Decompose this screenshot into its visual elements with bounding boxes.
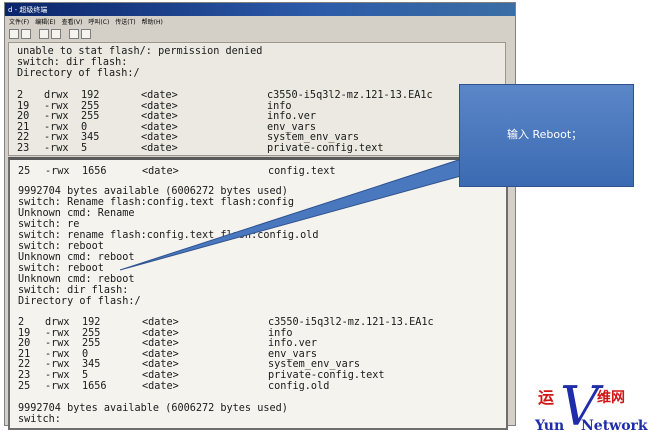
- dir-date: <date>: [141, 90, 178, 101]
- dir-name: config.text: [268, 166, 336, 177]
- dir-size: 1656: [82, 380, 107, 392]
- logo-yun: Yun: [535, 418, 565, 434]
- directory-entry: 23 -rwx 5 <date> private-config.text: [17, 143, 497, 155]
- menu-bar: 文件(F) 编辑(E) 查看(V) 呼叫(C) 传送(T) 帮助(H): [5, 16, 515, 27]
- terminal-line: Unknown cmd: reboot: [18, 274, 135, 285]
- dir-size: 192: [82, 317, 101, 328]
- title-bar: d - 超级终端: [5, 3, 515, 16]
- logo-cn-1: 运: [538, 388, 555, 407]
- dir-size: 192: [81, 90, 100, 101]
- yunv-network-logo: V 运 维网 Yun Network: [535, 380, 655, 440]
- directory-entry: 22 -rwx 345 <date> system_env_vars: [17, 133, 497, 144]
- menu-help[interactable]: 帮助(H): [142, 17, 163, 26]
- terminal-prompt: switch:: [18, 414, 61, 425]
- dir-name: c3550-i5q3l2-mz.121-13.EA1c: [268, 317, 434, 328]
- dir-size: 5: [81, 143, 88, 154]
- dir-perm: -rwx: [44, 143, 69, 154]
- logo-network: Network: [581, 418, 648, 434]
- dir-perm: -rwx: [45, 380, 70, 392]
- dir-perm: drwx: [45, 317, 70, 328]
- menu-file[interactable]: 文件(F): [9, 17, 29, 26]
- terminal-line: Directory of flash:/: [18, 296, 141, 307]
- dir-date: <date>: [142, 370, 179, 381]
- connect-icon[interactable]: [39, 28, 49, 39]
- terminal-line: switch: reboot: [18, 263, 104, 274]
- new-icon[interactable]: [9, 28, 19, 39]
- open-icon[interactable]: [21, 28, 31, 39]
- terminal-line: Unknown cmd: Rename: [18, 208, 135, 219]
- dir-num: 25: [18, 380, 31, 392]
- dir-num: 2: [17, 90, 24, 101]
- dir-date: <date>: [142, 317, 179, 328]
- directory-entry: 20 -rwx 255 <date> info.ver: [17, 112, 497, 123]
- menu-view[interactable]: 查看(V): [62, 17, 83, 26]
- dir-num: 23: [17, 143, 30, 154]
- dir-num: 2: [18, 317, 25, 328]
- terminal-line: switch: rename flash:config.text flash:c…: [18, 230, 319, 241]
- terminal-line: 9992704 bytes available (6006272 bytes u…: [18, 403, 288, 414]
- dir-date: <date>: [141, 143, 178, 154]
- dir-name: c3550-i5q3l2-mz.121-13.EA1c: [267, 90, 433, 101]
- dir-date: <date>: [142, 166, 179, 177]
- dir-size: 1656: [82, 166, 107, 177]
- dir-num: 23: [18, 370, 31, 381]
- menu-call[interactable]: 呼叫(C): [88, 17, 109, 26]
- menu-transfer[interactable]: 传送(T): [115, 17, 135, 26]
- terminal-output-previous[interactable]: unable to stat flash/: permission denied…: [8, 42, 506, 156]
- terminal-line: Directory of flash:/: [17, 68, 140, 79]
- callout-text: 输入 Reboot；: [507, 128, 583, 141]
- directory-entry: 25 -rwx 1656 <date> config.old: [18, 380, 498, 393]
- window-title: d - 超级终端: [8, 5, 48, 14]
- directory-entry: 25 -rwx 1656 <date> config.text: [18, 166, 498, 178]
- toolbar: [5, 27, 515, 40]
- terminal-line: switch: Rename flash:config.text flash:c…: [18, 197, 295, 208]
- dir-perm: -rwx: [45, 166, 70, 177]
- properties-icon[interactable]: [81, 28, 91, 39]
- disconnect-icon[interactable]: [51, 28, 61, 39]
- terminal-output-main[interactable]: 25 -rwx 1656 <date> config.text 9992704 byte…: [8, 157, 508, 430]
- dir-size: 5: [82, 370, 89, 381]
- dir-num: 25: [18, 166, 31, 177]
- terminal-line: switch: re: [18, 219, 80, 230]
- dir-name: config.old: [268, 380, 330, 392]
- directory-entry: 20 -rwx 255 <date> info.ver: [18, 339, 498, 350]
- dir-perm: -rwx: [45, 370, 70, 381]
- directory-entry: 22 -rwx 345 <date> system_env_vars: [18, 360, 498, 371]
- dir-perm: drwx: [44, 90, 69, 101]
- send-icon[interactable]: [69, 28, 79, 39]
- dir-name: private-config.text: [268, 370, 385, 381]
- terminal-line: switch: dir flash:: [18, 285, 129, 296]
- menu-edit[interactable]: 编辑(E): [35, 17, 55, 26]
- terminal-line: 9992704 bytes available (6006272 bytes u…: [18, 186, 288, 197]
- terminal-line: switch: dir flash:: [17, 57, 128, 68]
- logo-cn-2: 维网: [597, 390, 625, 406]
- terminal-line: Unknown cmd: reboot: [18, 252, 135, 263]
- terminal-line: switch: reboot: [18, 241, 104, 252]
- dir-name: private-config.text: [267, 143, 384, 154]
- dir-date: <date>: [142, 380, 179, 392]
- terminal-line: unable to stat flash/: permission denied: [17, 46, 263, 57]
